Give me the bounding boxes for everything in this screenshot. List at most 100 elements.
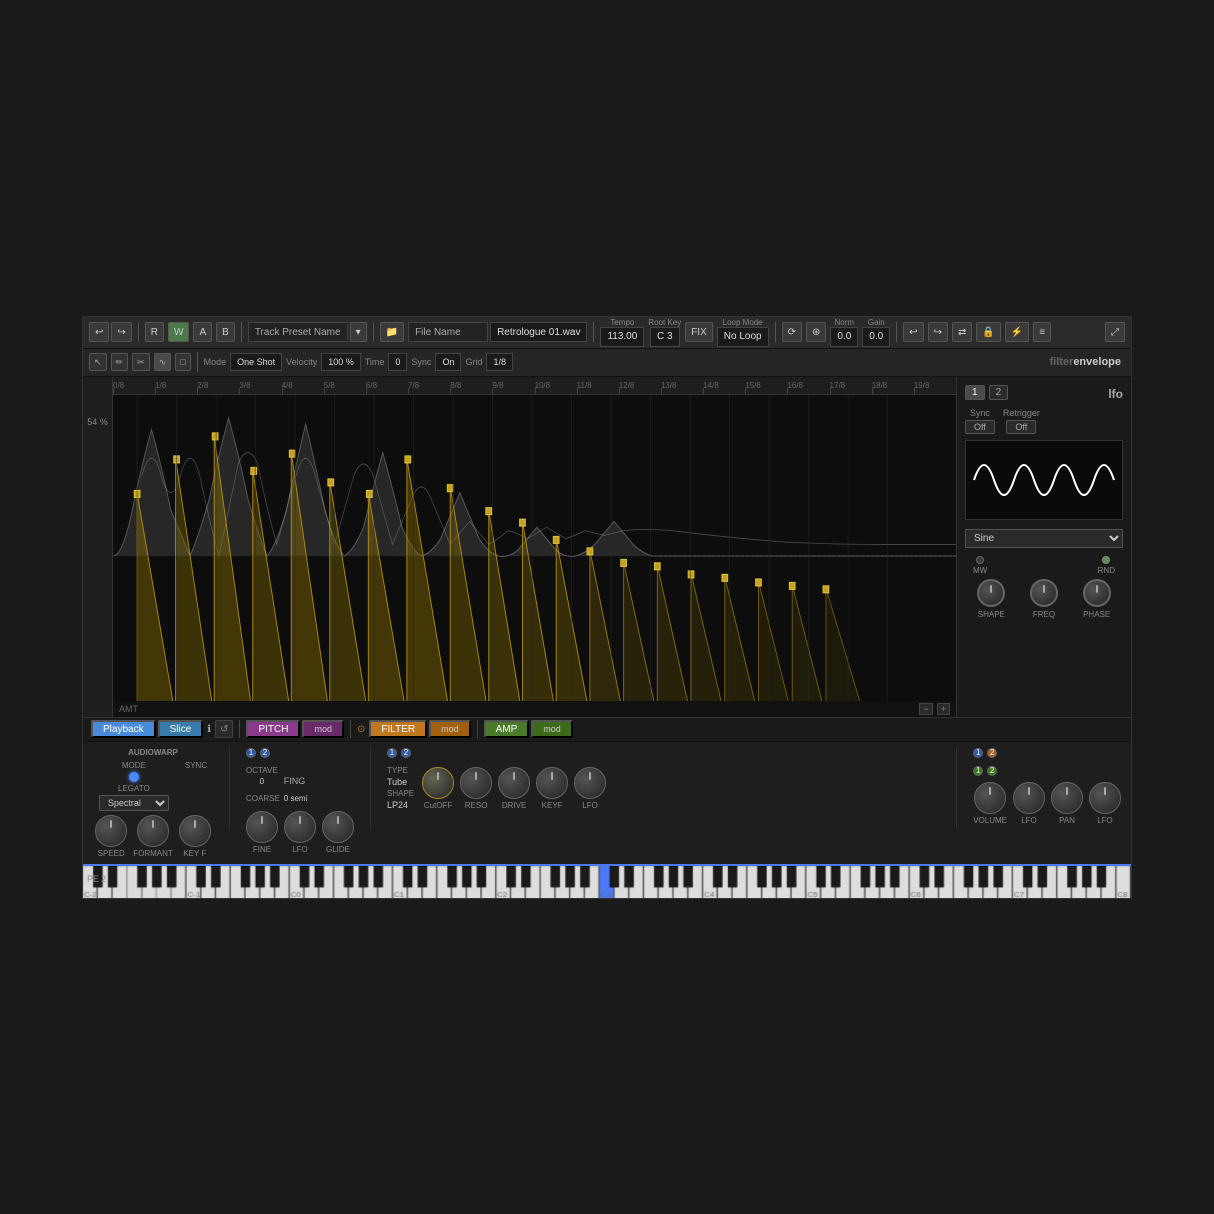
lfo-tab-1[interactable]: 1 xyxy=(965,385,985,400)
waveform-dropdown[interactable]: Sine Triangle Square Sawtooth xyxy=(965,529,1123,548)
lines-button[interactable]: ≡ xyxy=(1033,322,1051,342)
loop-icon-button[interactable]: ⟳ xyxy=(782,322,802,342)
pencil-tool[interactable]: ✏ xyxy=(111,353,129,371)
b-button[interactable]: B xyxy=(216,322,235,342)
pan-knob[interactable] xyxy=(1051,782,1083,814)
volume-label: VOLUME xyxy=(973,816,1007,825)
pitch-tab[interactable]: PITCH xyxy=(246,720,300,738)
redo-button[interactable]: ↪ xyxy=(111,322,131,342)
pitch-mod-tab[interactable]: mod xyxy=(302,720,344,738)
lfo-pitch-knob[interactable] xyxy=(284,811,316,843)
w-button[interactable]: W xyxy=(168,322,189,342)
waveform-canvas[interactable] xyxy=(113,395,956,717)
plugin-container: ↩ ↪ R W A B Track Preset Name ▾ 📁 File N… xyxy=(82,316,1132,899)
keyf-filter-knob[interactable] xyxy=(536,767,568,799)
formant-label: FORMANT xyxy=(133,849,173,858)
phase-knob[interactable] xyxy=(1083,579,1111,607)
grid-value[interactable]: 1/8 xyxy=(486,353,513,371)
loop-mode-value[interactable]: No Loop xyxy=(717,327,769,347)
lfo-tab-2[interactable]: 2 xyxy=(989,385,1009,400)
ruler-tick-8 xyxy=(450,388,451,394)
lfo-amp-knob[interactable] xyxy=(1013,782,1045,814)
ruler-tick-5 xyxy=(324,388,325,394)
norm-value[interactable]: 0.0 xyxy=(830,327,858,347)
time-value[interactable]: 0 xyxy=(388,353,407,371)
sync-value2[interactable]: On xyxy=(435,353,461,371)
undo-button[interactable]: ↩ xyxy=(89,322,109,342)
reso-knob[interactable] xyxy=(460,767,492,799)
expand-button[interactable]: ⤢ xyxy=(1105,322,1125,342)
pitch-octave-col: OCTAVE 0 xyxy=(246,766,278,786)
pitch-dot-1: 1 xyxy=(246,748,256,758)
fix-button[interactable]: FIX xyxy=(685,322,713,342)
freq-knob[interactable] xyxy=(1030,579,1058,607)
mode-value[interactable]: One Shot xyxy=(230,353,282,371)
type-value[interactable]: Tube xyxy=(387,777,414,787)
volume-knob[interactable] xyxy=(974,782,1006,814)
info-icon[interactable]: ℹ xyxy=(207,724,211,735)
fine-label: FINE xyxy=(253,845,271,854)
lfo-pitch-label: LFO xyxy=(292,845,308,854)
filter-mod-tab[interactable]: mod xyxy=(429,720,471,738)
lfo-amp2-knob[interactable] xyxy=(1089,782,1121,814)
minus-btn[interactable]: − xyxy=(919,703,932,715)
ruler-mark-3: 3/8 xyxy=(239,381,250,390)
undo2-button[interactable]: ↩ xyxy=(903,322,923,342)
sync-col: SYNC xyxy=(185,761,207,811)
warp-button[interactable]: ⊛ xyxy=(806,322,826,342)
scissors-tool[interactable]: ✂ xyxy=(132,353,150,371)
coarse-value[interactable]: 0 semi xyxy=(284,794,308,803)
octave-value[interactable]: 0 xyxy=(260,777,264,786)
glide-knob[interactable] xyxy=(322,811,354,843)
a-button[interactable]: A xyxy=(193,322,212,342)
waveform-container[interactable]: 0/81/82/83/84/85/86/87/88/89/810/811/812… xyxy=(113,377,956,717)
tempo-value[interactable]: 113.00 xyxy=(600,327,644,347)
reset-button[interactable]: ↺ xyxy=(215,720,233,738)
fing-col: FING xyxy=(284,776,306,786)
root-key-value[interactable]: C 3 xyxy=(650,327,680,347)
r-button[interactable]: R xyxy=(145,322,164,342)
filter-tab[interactable]: FILTER xyxy=(369,720,427,738)
file-name-value: Retrologue 01.wav xyxy=(490,322,587,342)
envelope-tool[interactable]: ∿ xyxy=(154,353,172,371)
drive-knob[interactable] xyxy=(498,767,530,799)
playback-tab[interactable]: Playback xyxy=(91,720,156,738)
velocity-value[interactable]: 100 % xyxy=(321,353,361,371)
shape-knob[interactable] xyxy=(977,579,1005,607)
plus-btn[interactable]: + xyxy=(937,703,950,715)
pan-label: PAN xyxy=(1059,816,1075,825)
lfo-filter-knob[interactable] xyxy=(574,767,606,799)
amp-tab[interactable]: AMP xyxy=(484,720,530,738)
redo2-button[interactable]: ↪ xyxy=(928,322,948,342)
keyboard-canvas[interactable] xyxy=(83,866,1131,898)
gain-value[interactable]: 0.0 xyxy=(862,327,890,347)
cursor-tool[interactable]: ↖ xyxy=(89,353,107,371)
fine-knob[interactable] xyxy=(246,811,278,843)
cutoff-label: CutOFF xyxy=(424,801,452,810)
divider-5 xyxy=(775,322,776,342)
sync-button[interactable]: Off xyxy=(965,420,995,434)
drive-label: DRIVE xyxy=(502,801,526,810)
amp-mod-tab[interactable]: mod xyxy=(531,720,573,738)
file-folder-button[interactable]: 📁 xyxy=(380,322,404,342)
retrig-button[interactable]: Off xyxy=(1006,420,1036,434)
lightning-button[interactable]: ⚡ xyxy=(1005,322,1029,342)
square-tool[interactable]: □ xyxy=(175,353,190,371)
cutoff-knob[interactable] xyxy=(422,767,454,799)
ruler-mark-1: 1/8 xyxy=(155,381,166,390)
amt-bottom-label: AMT xyxy=(119,704,138,714)
divider-4 xyxy=(593,322,594,342)
mode-label: MODE xyxy=(122,761,146,770)
speed-knob[interactable] xyxy=(95,815,127,847)
keyf-knob[interactable] xyxy=(179,815,211,847)
lfo-amp2-label: LFO xyxy=(1097,816,1113,825)
formant-knob[interactable] xyxy=(137,815,169,847)
flip-button[interactable]: ⇄ xyxy=(952,322,972,342)
mode-dropdown[interactable]: Spectral xyxy=(99,795,169,811)
slice-tab[interactable]: Slice xyxy=(158,720,204,738)
ruler: 0/81/82/83/84/85/86/87/88/89/810/811/812… xyxy=(113,377,956,395)
lock-button[interactable]: 🔒 xyxy=(976,322,1000,342)
shape-value[interactable]: LP24 xyxy=(387,800,414,810)
preset-arrow-button[interactable]: ▾ xyxy=(350,322,367,342)
divider-3 xyxy=(373,322,374,342)
